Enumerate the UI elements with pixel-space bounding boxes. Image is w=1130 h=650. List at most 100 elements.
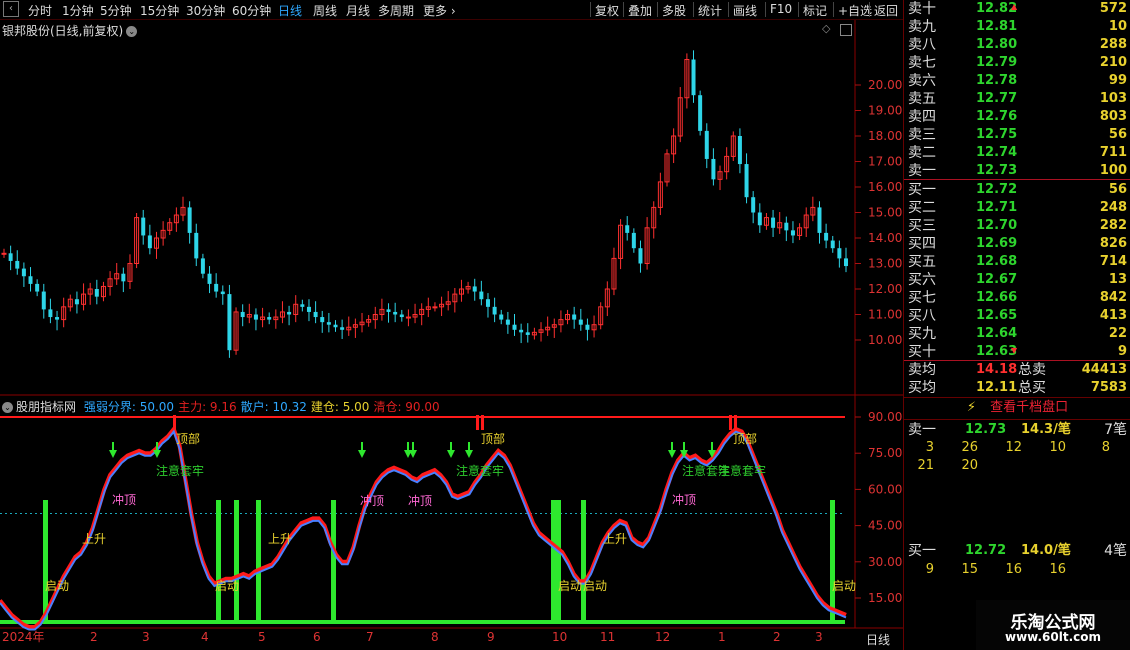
queue-order: 8: [1101, 440, 1110, 455]
candle: [445, 301, 451, 305]
asks-row[interactable]: 卖六 12.78 99: [908, 72, 1127, 90]
chevron-down-icon[interactable]: ⌄: [2, 402, 13, 413]
timeframe-tab[interactable]: 30分钟: [186, 2, 225, 19]
candle: [233, 311, 239, 351]
timeframe-tab[interactable]: 月线: [346, 2, 370, 19]
bids-row[interactable]: 买九 12.64 22: [908, 325, 1127, 343]
bids-row[interactable]: 买一 12.72 56: [908, 181, 1127, 199]
asks-volume: 803: [1099, 109, 1127, 124]
candle: [35, 283, 40, 292]
back-icon[interactable]: ‹: [3, 1, 19, 17]
timeframe-tab[interactable]: 1分钟: [62, 2, 94, 19]
bids-row[interactable]: 买七 12.66 842: [908, 289, 1127, 307]
price-chart[interactable]: 20.00 19.00 18.00 17.00 16.00 15.00 14.00 13.00…: [0, 0, 903, 650]
toolbar-button[interactable]: 多股: [662, 2, 686, 19]
asks-label: 卖八: [908, 37, 936, 53]
candle: [61, 306, 67, 321]
toolbar-button[interactable]: 标记: [803, 2, 827, 19]
candle: [817, 207, 822, 233]
toolbar-button[interactable]: 返回: [874, 2, 898, 19]
timeframe-tab[interactable]: 5分钟: [100, 2, 132, 19]
candle: [293, 303, 299, 315]
bids-volume: 282: [1099, 218, 1127, 233]
chevron-down-icon[interactable]: ⌄: [126, 26, 138, 37]
bids-row[interactable]: 买二 12.71 248: [908, 199, 1127, 217]
asks-row[interactable]: 卖七 12.79 210: [908, 54, 1127, 72]
bids-label: 买八: [908, 308, 936, 324]
asks-label: 卖四: [908, 109, 936, 125]
order-book: 卖十 12.82 572 卖九 12.81 10 卖八 12.80 288 卖七 12.79 210 卖…: [903, 0, 1130, 650]
candle: [618, 224, 624, 259]
bids-price: 12.71: [976, 200, 1018, 215]
window-icon[interactable]: [840, 24, 852, 36]
watermark: 乐淘公式网 www.60lt.com: [976, 600, 1130, 650]
timeframe-tab[interactable]: 更多 ›: [423, 2, 456, 19]
timeframe-tab[interactable]: 分时: [28, 2, 52, 19]
candle: [512, 324, 517, 330]
bids-label: 买六: [908, 272, 936, 288]
toolbar-button[interactable]: F10: [770, 2, 792, 16]
timeframe-tab[interactable]: 周线: [313, 2, 337, 19]
bids-row[interactable]: 买八 12.65 413: [908, 307, 1127, 325]
signal-label: 上升: [603, 532, 627, 546]
queue-order: 15: [961, 562, 978, 577]
bids-row[interactable]: 买三 12.70 282: [908, 217, 1127, 235]
candle: [48, 309, 53, 318]
toolbar-button[interactable]: 叠加: [628, 2, 652, 19]
candle: [671, 135, 677, 155]
candle: [28, 276, 33, 284]
asks-row[interactable]: 卖二 12.74 711: [908, 144, 1127, 162]
bids-row[interactable]: 买五 12.68 714: [908, 253, 1127, 271]
asks-row[interactable]: 卖四 12.76 803: [908, 108, 1127, 126]
toolbar-button[interactable]: +自选: [838, 2, 872, 19]
period-label[interactable]: 日线: [866, 631, 890, 648]
candle: [74, 299, 79, 305]
candle: [306, 306, 311, 312]
signal-label: 冲顶: [112, 492, 136, 507]
candle: [578, 319, 583, 325]
candle: [565, 314, 571, 321]
asks-row[interactable]: 卖八 12.80 288: [908, 36, 1127, 54]
signal-label: 注意套牢: [456, 463, 504, 478]
toolbar-button[interactable]: 画线: [733, 2, 757, 19]
buy1-queue-header: 买一 12.72 14.0/笔 4笔: [908, 543, 1127, 559]
timeframe-tab[interactable]: 60分钟: [232, 2, 271, 19]
attention-arrow-icon: [153, 450, 161, 458]
asks-row[interactable]: 卖一 12.73 100: [908, 162, 1127, 180]
bids-price: 12.65: [976, 308, 1018, 323]
x-axis-label: 2: [90, 630, 98, 644]
chart-title[interactable]: 银邦股份(日线,前复权) ⌄: [2, 22, 138, 39]
bids-row[interactable]: 买六 12.67 13: [908, 271, 1127, 289]
asks-row[interactable]: 卖十 12.82 572: [908, 0, 1127, 18]
view-depth-button[interactable]: ⚡ 查看千档盘口: [904, 398, 1130, 418]
down-arrow-icon: ▼: [1011, 346, 1018, 355]
bids-row[interactable]: 买四 12.69 826: [908, 235, 1127, 253]
toolbar-separator: [590, 2, 591, 17]
indicator-header: ⌄ 股朋指标网 强弱分界: 50.00 主力: 9.16 散户: 10.32 建仓: 5…: [2, 398, 448, 415]
price-tick-label: 15.00: [868, 206, 902, 220]
toolbar-button[interactable]: 统计: [698, 2, 722, 19]
timeframe-tab[interactable]: 15分钟: [140, 2, 179, 19]
timeframe-tab[interactable]: 多周期: [378, 2, 414, 19]
bids-volume: 413: [1099, 308, 1127, 323]
asks-row[interactable]: 卖五 12.77 103: [908, 90, 1127, 108]
bids-row[interactable]: 买十 12.63 9: [908, 343, 1127, 361]
candle: [458, 288, 464, 295]
diamond-icon[interactable]: ◇: [822, 22, 830, 35]
candle: [505, 319, 510, 325]
candle: [260, 316, 266, 321]
indicator-name[interactable]: 股朋指标网: [16, 400, 76, 414]
candle: [757, 212, 762, 226]
asks-row[interactable]: 卖九 12.81 10: [908, 18, 1127, 36]
price-tick-label: 14.00: [868, 231, 902, 245]
stock-title: 银邦股份(日线,前复权): [2, 24, 124, 38]
timeframe-tab[interactable]: 日线: [278, 2, 302, 19]
candle: [777, 222, 783, 229]
toolbar-button[interactable]: 复权: [595, 2, 619, 19]
asks-row[interactable]: 卖三 12.75 56: [908, 126, 1127, 144]
asks-price: 12.73: [976, 163, 1018, 178]
candle: [405, 316, 411, 319]
price-tick-label: 13.00: [868, 257, 902, 271]
price-tick-label: 10.00: [868, 333, 902, 347]
candle: [412, 314, 418, 318]
